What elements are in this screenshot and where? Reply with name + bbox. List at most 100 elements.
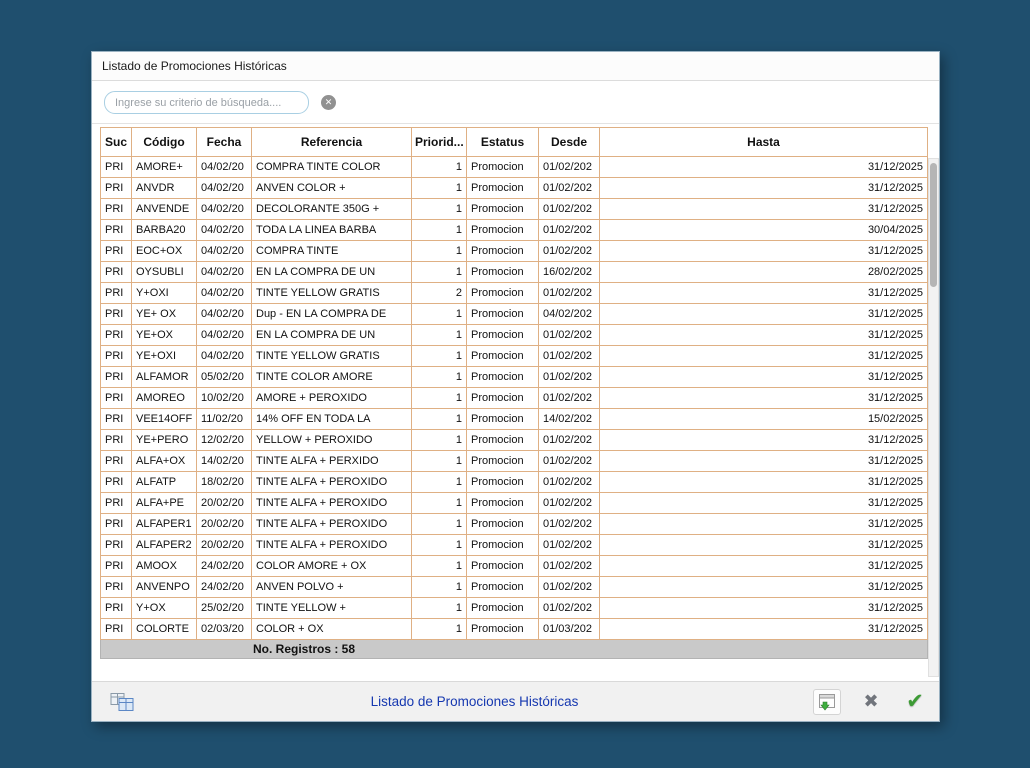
cell-suc: PRI — [101, 367, 132, 388]
clear-search-button[interactable]: ✕ — [321, 95, 336, 110]
cell-codigo: AMORE+ — [132, 157, 197, 178]
table-row[interactable]: PRIY+OX25/02/20TINTE YELLOW +1Promocion0… — [101, 598, 928, 619]
cell-suc: PRI — [101, 199, 132, 220]
cell-codigo: YE+OXI — [132, 346, 197, 367]
cell-suc: PRI — [101, 241, 132, 262]
cell-hasta: 31/12/2025 — [600, 367, 928, 388]
cell-codigo: ALFATP — [132, 472, 197, 493]
cell-suc: PRI — [101, 535, 132, 556]
search-input[interactable] — [104, 91, 309, 114]
table-row[interactable]: PRIALFA+PE20/02/20TINTE ALFA + PEROXIDO1… — [101, 493, 928, 514]
cell-estatus: Promocion — [467, 262, 539, 283]
cell-codigo: AMOOX — [132, 556, 197, 577]
grid-header-row: SucCódigoFechaReferenciaPriorid...Estatu… — [101, 128, 928, 157]
cell-prioridad: 1 — [412, 556, 467, 577]
accept-button[interactable]: ✔ — [901, 689, 929, 715]
table-row[interactable]: PRIYE+OX04/02/20EN LA COMPRA DE UN1Promo… — [101, 325, 928, 346]
cell-desde: 01/02/202 — [539, 493, 600, 514]
table-row[interactable]: PRIANVDR04/02/20ANVEN COLOR +1Promocion0… — [101, 178, 928, 199]
table-row[interactable]: PRIAMOREO10/02/20AMORE + PEROXIDO1Promoc… — [101, 388, 928, 409]
cell-suc: PRI — [101, 346, 132, 367]
cell-referencia: TINTE ALFA + PEROXIDO — [252, 535, 412, 556]
cell-suc: PRI — [101, 283, 132, 304]
cell-hasta: 28/02/2025 — [600, 262, 928, 283]
table-row[interactable]: PRIALFATP18/02/20TINTE ALFA + PEROXIDO1P… — [101, 472, 928, 493]
scrollbar-thumb[interactable] — [930, 163, 937, 287]
table-row[interactable]: PRIALFAPER120/02/20TINTE ALFA + PEROXIDO… — [101, 514, 928, 535]
column-header-hasta[interactable]: Hasta — [600, 128, 928, 157]
cell-referencia: TODA LA LINEA BARBA — [252, 220, 412, 241]
cell-prioridad: 1 — [412, 367, 467, 388]
cell-desde: 01/02/202 — [539, 346, 600, 367]
column-header-prioridad[interactable]: Priorid... — [412, 128, 467, 157]
search-bar: ✕ — [92, 82, 939, 124]
cell-fecha: 02/03/20 — [197, 619, 252, 640]
cell-prioridad: 1 — [412, 346, 467, 367]
cell-codigo: ANVENDE — [132, 199, 197, 220]
cell-fecha: 11/02/20 — [197, 409, 252, 430]
cell-hasta: 15/02/2025 — [600, 409, 928, 430]
table-row[interactable]: PRICOLORTE02/03/20COLOR + OX1Promocion01… — [101, 619, 928, 640]
cell-suc: PRI — [101, 514, 132, 535]
cell-estatus: Promocion — [467, 178, 539, 199]
table-row[interactable]: PRIAMORE+04/02/20COMPRA TINTE COLOR1Prom… — [101, 157, 928, 178]
table-row[interactable]: PRIBARBA2004/02/20TODA LA LINEA BARBA1Pr… — [101, 220, 928, 241]
cell-referencia: TINTE COLOR AMORE — [252, 367, 412, 388]
table-row[interactable]: PRIVEE14OFF11/02/2014% OFF EN TODA LA1Pr… — [101, 409, 928, 430]
table-row[interactable]: PRIEOC+OX04/02/20COMPRA TINTE1Promocion0… — [101, 241, 928, 262]
table-row[interactable]: PRIALFAMOR05/02/20TINTE COLOR AMORE1Prom… — [101, 367, 928, 388]
cell-suc: PRI — [101, 598, 132, 619]
table-row[interactable]: PRIYE+ OX04/02/20Dup - EN LA COMPRA DE1P… — [101, 304, 928, 325]
action-buttons: ✖ ✔ — [813, 689, 929, 715]
cell-prioridad: 1 — [412, 451, 467, 472]
column-header-desde[interactable]: Desde — [539, 128, 600, 157]
export-icon — [817, 693, 837, 711]
grid-view-button[interactable] — [108, 689, 136, 715]
cell-estatus: Promocion — [467, 619, 539, 640]
cell-hasta: 31/12/2025 — [600, 346, 928, 367]
cell-fecha: 04/02/20 — [197, 283, 252, 304]
table-row[interactable]: PRIANVENPO24/02/20ANVEN POLVO +1Promocio… — [101, 577, 928, 598]
column-header-fecha[interactable]: Fecha — [197, 128, 252, 157]
cell-suc: PRI — [101, 304, 132, 325]
cell-estatus: Promocion — [467, 451, 539, 472]
vertical-scrollbar[interactable] — [928, 158, 939, 677]
column-header-referencia[interactable]: Referencia — [252, 128, 412, 157]
cell-suc: PRI — [101, 388, 132, 409]
table-row[interactable]: PRIAMOOX24/02/20COLOR AMORE + OX1Promoci… — [101, 556, 928, 577]
cell-codigo: VEE14OFF — [132, 409, 197, 430]
cell-hasta: 31/12/2025 — [600, 451, 928, 472]
cell-fecha: 04/02/20 — [197, 220, 252, 241]
cell-prioridad: 1 — [412, 220, 467, 241]
cell-suc: PRI — [101, 157, 132, 178]
table-row[interactable]: PRIYE+OXI04/02/20TINTE YELLOW GRATIS1Pro… — [101, 346, 928, 367]
cell-suc: PRI — [101, 409, 132, 430]
table-row[interactable]: PRIALFAPER220/02/20TINTE ALFA + PEROXIDO… — [101, 535, 928, 556]
cell-prioridad: 1 — [412, 493, 467, 514]
cell-estatus: Promocion — [467, 220, 539, 241]
cell-suc: PRI — [101, 619, 132, 640]
table-row[interactable]: PRIALFA+OX14/02/20TINTE ALFA + PERXIDO1P… — [101, 451, 928, 472]
table-row[interactable]: PRIY+OXI04/02/20TINTE YELLOW GRATIS2Prom… — [101, 283, 928, 304]
cell-prioridad: 1 — [412, 430, 467, 451]
cell-hasta: 31/12/2025 — [600, 577, 928, 598]
grid-body: PRIAMORE+04/02/20COMPRA TINTE COLOR1Prom… — [101, 157, 928, 640]
cell-prioridad: 1 — [412, 262, 467, 283]
export-button[interactable] — [813, 689, 841, 715]
cell-prioridad: 1 — [412, 472, 467, 493]
cell-estatus: Promocion — [467, 325, 539, 346]
cell-desde: 01/02/202 — [539, 220, 600, 241]
cell-desde: 01/02/202 — [539, 535, 600, 556]
table-row[interactable]: PRIANVENDE04/02/20DECOLORANTE 350G +1Pro… — [101, 199, 928, 220]
cell-suc: PRI — [101, 577, 132, 598]
cell-fecha: 04/02/20 — [197, 157, 252, 178]
cell-fecha: 04/02/20 — [197, 304, 252, 325]
column-header-suc[interactable]: Suc — [101, 128, 132, 157]
cell-desde: 01/02/202 — [539, 283, 600, 304]
table-row[interactable]: PRIYE+PERO12/02/20YELLOW + PEROXIDO1Prom… — [101, 430, 928, 451]
column-header-codigo[interactable]: Código — [132, 128, 197, 157]
cancel-button[interactable]: ✖ — [857, 689, 885, 715]
table-row[interactable]: PRIOYSUBLI04/02/20EN LA COMPRA DE UN1Pro… — [101, 262, 928, 283]
cell-codigo: ANVDR — [132, 178, 197, 199]
column-header-estatus[interactable]: Estatus — [467, 128, 539, 157]
